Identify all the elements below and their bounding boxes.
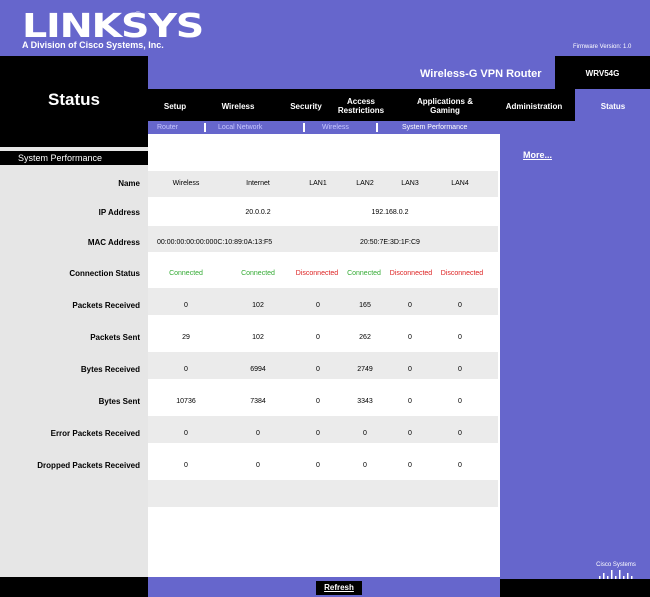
bytes-sent-cell: 10736 — [176, 398, 196, 405]
bytes-sent-cell: 3343 — [357, 398, 373, 405]
dropped-packets-cell: 0 — [316, 462, 320, 469]
status-wireless: Connected — [169, 270, 203, 277]
tab-wireless[interactable]: Wireless — [213, 102, 263, 111]
mac-lan: 20:50:7E:3D:1F:C9 — [360, 239, 420, 246]
bytes-received-cell: 0 — [408, 366, 412, 373]
packets-received-cell: 0 — [408, 302, 412, 309]
row-shade — [148, 480, 498, 507]
packets-received-cell: 0 — [316, 302, 320, 309]
label-name: Name — [118, 179, 140, 188]
tab-security[interactable]: Security — [282, 102, 330, 111]
label-mac-address: MAC Address — [87, 238, 140, 247]
dropped-packets-cell: 0 — [363, 462, 367, 469]
bytes-sent-cell: 0 — [316, 398, 320, 405]
subnav-separator — [204, 123, 206, 132]
status-internet: Connected — [241, 270, 275, 277]
bytes-sent-cell: 0 — [408, 398, 412, 405]
dropped-packets-cell: 0 — [408, 462, 412, 469]
more-link[interactable]: More... — [523, 150, 552, 160]
bytes-received-cell: 0 — [458, 366, 462, 373]
tab-setup[interactable]: Setup — [155, 102, 195, 111]
refresh-button[interactable]: Refresh — [316, 581, 362, 595]
model-number: WRV54G — [585, 69, 620, 78]
column-header: LAN4 — [451, 180, 469, 187]
sidebar-strip — [0, 134, 148, 147]
dropped-packets-cell: 0 — [458, 462, 462, 469]
logo-subtitle: A Division of Cisco Systems, Inc. — [22, 40, 164, 50]
packets-received-cell: 0 — [184, 302, 188, 309]
packets-sent-cell: 0 — [408, 334, 412, 341]
tab-access-restrictions[interactable]: Access Restrictions — [330, 97, 392, 115]
packets-sent-cell: 0 — [458, 334, 462, 341]
error-packets-cell: 0 — [458, 430, 462, 437]
subnav-wireless[interactable]: Wireless — [322, 124, 349, 131]
packets-received-cell: 0 — [458, 302, 462, 309]
status-lan4: Disconnected — [440, 270, 484, 277]
bytes-received-cell: 6994 — [250, 366, 266, 373]
firmware-version: Firmware Version: 1.0 — [573, 44, 632, 50]
page-title: Status — [48, 90, 100, 109]
label-error-packets-received: Error Packets Received — [50, 429, 140, 438]
label-packets-received: Packets Received — [72, 301, 140, 310]
footer-left — [0, 577, 148, 597]
packets-sent-cell: 0 — [316, 334, 320, 341]
label-connection-status: Connection Status — [69, 269, 140, 278]
tab-status[interactable]: Status — [578, 102, 648, 111]
packets-sent-cell: 262 — [359, 334, 371, 341]
subnav-local-network[interactable]: Local Network — [218, 124, 262, 131]
error-packets-cell: 0 — [184, 430, 188, 437]
label-bytes-sent: Bytes Sent — [98, 397, 140, 406]
right-help-column — [500, 134, 650, 579]
subnav-separator — [303, 123, 305, 132]
label-ip-address: IP Address — [98, 208, 140, 217]
column-header: LAN3 — [401, 180, 419, 187]
product-name: Wireless-G VPN Router — [420, 68, 542, 80]
section-title: System Performance — [0, 151, 148, 165]
error-packets-cell: 0 — [363, 430, 367, 437]
tab-applications-gaming[interactable]: Applications & Gaming — [405, 97, 485, 115]
subnav-router[interactable]: Router — [157, 124, 178, 131]
bytes-received-cell: 0 — [184, 366, 188, 373]
column-header: LAN2 — [356, 180, 374, 187]
error-packets-cell: 0 — [408, 430, 412, 437]
dropped-packets-cell: 0 — [256, 462, 260, 469]
mac-wireless-internet: 00:00:00:00:00:000C:10:89:0A:13:F5 — [157, 239, 273, 246]
packets-received-cell: 165 — [359, 302, 371, 309]
bytes-sent-cell: 0 — [458, 398, 462, 405]
cisco-logo-text: Cisco Systems — [596, 562, 636, 568]
packets-sent-cell: 29 — [182, 334, 190, 341]
column-header: Internet — [246, 180, 270, 187]
footer-right — [500, 579, 650, 597]
bytes-received-cell: 2749 — [357, 366, 373, 373]
bytes-sent-cell: 7384 — [250, 398, 266, 405]
subnav-system-performance[interactable]: System Performance — [402, 124, 467, 131]
column-header: Wireless — [172, 180, 200, 187]
tab-administration[interactable]: Administration — [493, 102, 575, 111]
label-dropped-packets-received: Dropped Packets Received — [37, 461, 140, 470]
dropped-packets-cell: 0 — [184, 462, 188, 469]
registered-mark: ® — [135, 10, 141, 19]
status-lan2: Connected — [347, 270, 381, 277]
packets-sent-cell: 102 — [252, 334, 264, 341]
status-lan3: Disconnected — [389, 270, 433, 277]
label-packets-sent: Packets Sent — [90, 333, 140, 342]
error-packets-cell: 0 — [316, 430, 320, 437]
bytes-received-cell: 0 — [316, 366, 320, 373]
ip-lan: 192.168.0.2 — [371, 209, 409, 216]
error-packets-cell: 0 — [256, 430, 260, 437]
column-header: LAN1 — [309, 180, 327, 187]
subnav-separator — [376, 123, 378, 132]
label-bytes-received: Bytes Received — [80, 365, 140, 374]
status-lan1: Disconnected — [295, 270, 339, 277]
tab-status-active-bg — [575, 89, 650, 134]
packets-received-cell: 102 — [252, 302, 264, 309]
sub-navigation — [148, 121, 575, 134]
ip-internet: 20.0.0.2 — [245, 209, 271, 216]
